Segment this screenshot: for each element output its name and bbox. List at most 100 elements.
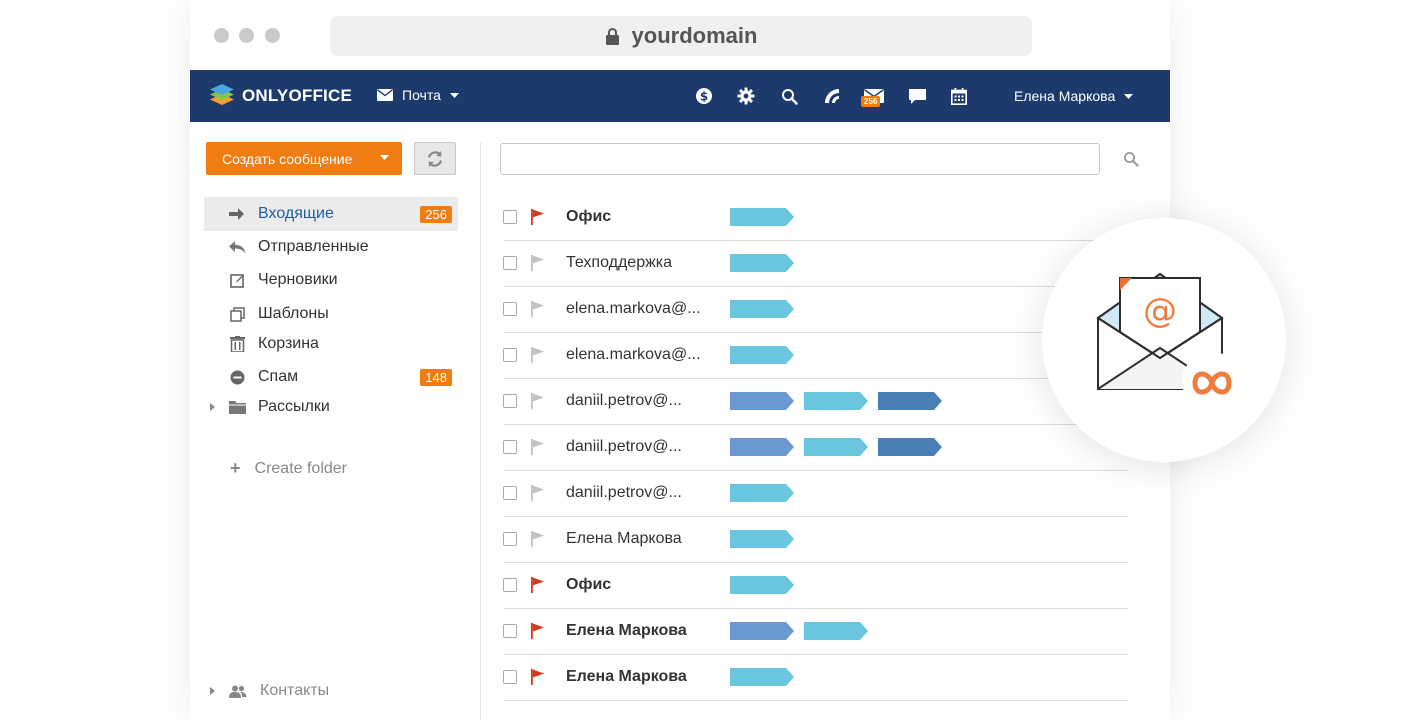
folder-spam[interactable]: Спам 148 (204, 360, 458, 394)
flag-icon[interactable] (530, 484, 546, 502)
message-tag[interactable] (730, 254, 794, 272)
flag-filled-icon[interactable] (530, 622, 546, 640)
flag-icon[interactable] (530, 346, 546, 364)
message-row[interactable]: Техподдержка (500, 241, 1128, 287)
module-switcher[interactable]: Почта (377, 87, 459, 103)
folder-label: Черновики (258, 271, 338, 288)
message-tag[interactable] (804, 622, 868, 640)
contacts-label: Контакты (260, 682, 330, 699)
message-tag[interactable] (730, 208, 794, 226)
mail-icon[interactable]: 256 (861, 86, 884, 107)
inbox-arrow-icon (228, 205, 246, 223)
folder-trash[interactable]: Корзина (204, 327, 458, 361)
flag-filled-icon[interactable] (530, 208, 546, 226)
user-menu[interactable]: Елена Маркова (1014, 88, 1134, 104)
payments-icon[interactable]: $ (694, 86, 714, 106)
reply-icon (228, 238, 246, 256)
message-checkbox[interactable] (503, 302, 517, 316)
message-checkbox[interactable] (503, 440, 517, 454)
address-bar[interactable]: yourdomain (330, 16, 1032, 56)
search-button[interactable] (1120, 148, 1142, 170)
message-row[interactable]: daniil.petrov@... (500, 425, 1128, 471)
envelope-at-icon: @ (1096, 272, 1242, 398)
unread-count-badge: 256 (420, 205, 452, 223)
settings-icon[interactable] (736, 86, 756, 106)
message-tags (730, 392, 952, 410)
message-tag[interactable] (730, 622, 794, 640)
message-tag[interactable] (878, 438, 942, 456)
flag-icon[interactable] (530, 300, 546, 318)
envelope-icon (377, 89, 393, 101)
message-sender: elena.markova@... (566, 300, 701, 317)
chevron-down-icon[interactable] (380, 155, 389, 160)
spam-icon (228, 368, 246, 386)
message-checkbox[interactable] (503, 578, 517, 592)
calendar-icon[interactable] (949, 86, 969, 106)
onlyoffice-logo[interactable]: ONLYOFFICE (208, 82, 352, 110)
message-tag[interactable] (878, 392, 942, 410)
chevron-down-icon (449, 92, 459, 98)
message-row[interactable]: Офис (500, 563, 1128, 609)
message-tag[interactable] (730, 668, 794, 686)
flag-icon[interactable] (530, 254, 546, 272)
message-row[interactable]: daniil.petrov@... (500, 471, 1128, 517)
message-tag[interactable] (730, 392, 794, 410)
message-checkbox[interactable] (503, 256, 517, 270)
message-row[interactable]: Елена Маркова (500, 655, 1128, 701)
window-close-dot[interactable] (214, 28, 229, 43)
message-row[interactable]: Офис (500, 195, 1128, 241)
message-tag[interactable] (730, 530, 794, 548)
refresh-icon (427, 150, 443, 167)
message-tag[interactable] (804, 438, 868, 456)
message-row[interactable]: elena.markova@... (500, 333, 1128, 379)
message-row[interactable]: elena.markova@... (500, 287, 1128, 333)
message-tag[interactable] (730, 576, 794, 594)
folder-drafts[interactable]: Черновики (204, 263, 458, 297)
feed-icon[interactable] (822, 86, 842, 106)
create-folder-label: Create folder (254, 459, 348, 477)
folder-mailing-lists[interactable]: Рассылки (204, 390, 458, 424)
window-maximize-dot[interactable] (265, 28, 280, 43)
chat-icon[interactable] (907, 86, 927, 106)
contacts-section[interactable]: Контакты (210, 682, 329, 700)
create-message-button[interactable]: Создать сообщение (206, 142, 402, 175)
message-checkbox[interactable] (503, 394, 517, 408)
message-row[interactable]: Елена Маркова (500, 517, 1128, 563)
message-checkbox[interactable] (503, 670, 517, 684)
message-row[interactable]: Елена Маркова (500, 609, 1128, 655)
flag-filled-icon[interactable] (530, 576, 546, 594)
folder-sent[interactable]: Отправленные (204, 230, 458, 264)
message-tag[interactable] (730, 438, 794, 456)
window-minimize-dot[interactable] (239, 28, 254, 43)
message-checkbox[interactable] (503, 210, 517, 224)
message-row[interactable]: daniil.petrov@... (500, 379, 1128, 425)
message-sender: Офис (566, 576, 612, 593)
search-icon[interactable] (779, 86, 799, 106)
message-checkbox[interactable] (503, 532, 517, 546)
message-tags (730, 668, 804, 686)
flag-icon[interactable] (530, 438, 546, 456)
chevron-down-icon (1124, 93, 1134, 99)
flag-icon[interactable] (530, 530, 546, 548)
search-input[interactable] (500, 143, 1100, 175)
folder-templates[interactable]: Шаблоны (204, 297, 458, 331)
flag-icon[interactable] (530, 392, 546, 410)
message-checkbox[interactable] (503, 624, 517, 638)
flag-filled-icon[interactable] (530, 668, 546, 686)
expand-arrow-icon[interactable] (210, 687, 215, 695)
message-tag[interactable] (730, 300, 794, 318)
message-tag[interactable] (730, 346, 794, 364)
message-tag[interactable] (730, 484, 794, 502)
trash-icon (228, 335, 246, 353)
refresh-button[interactable] (414, 142, 456, 175)
folder-inbox[interactable]: Входящие 256 (204, 197, 458, 231)
message-sender: Техподдержка (566, 254, 673, 271)
folder-label: Шаблоны (258, 305, 329, 322)
message-tag[interactable] (804, 392, 868, 410)
message-checkbox[interactable] (503, 486, 517, 500)
spam-count-badge: 148 (420, 368, 452, 386)
message-checkbox[interactable] (503, 348, 517, 362)
expand-arrow-icon[interactable] (210, 402, 218, 412)
create-message-label: Создать сообщение (222, 150, 353, 167)
create-folder-link[interactable]: + Create folder (230, 458, 347, 479)
